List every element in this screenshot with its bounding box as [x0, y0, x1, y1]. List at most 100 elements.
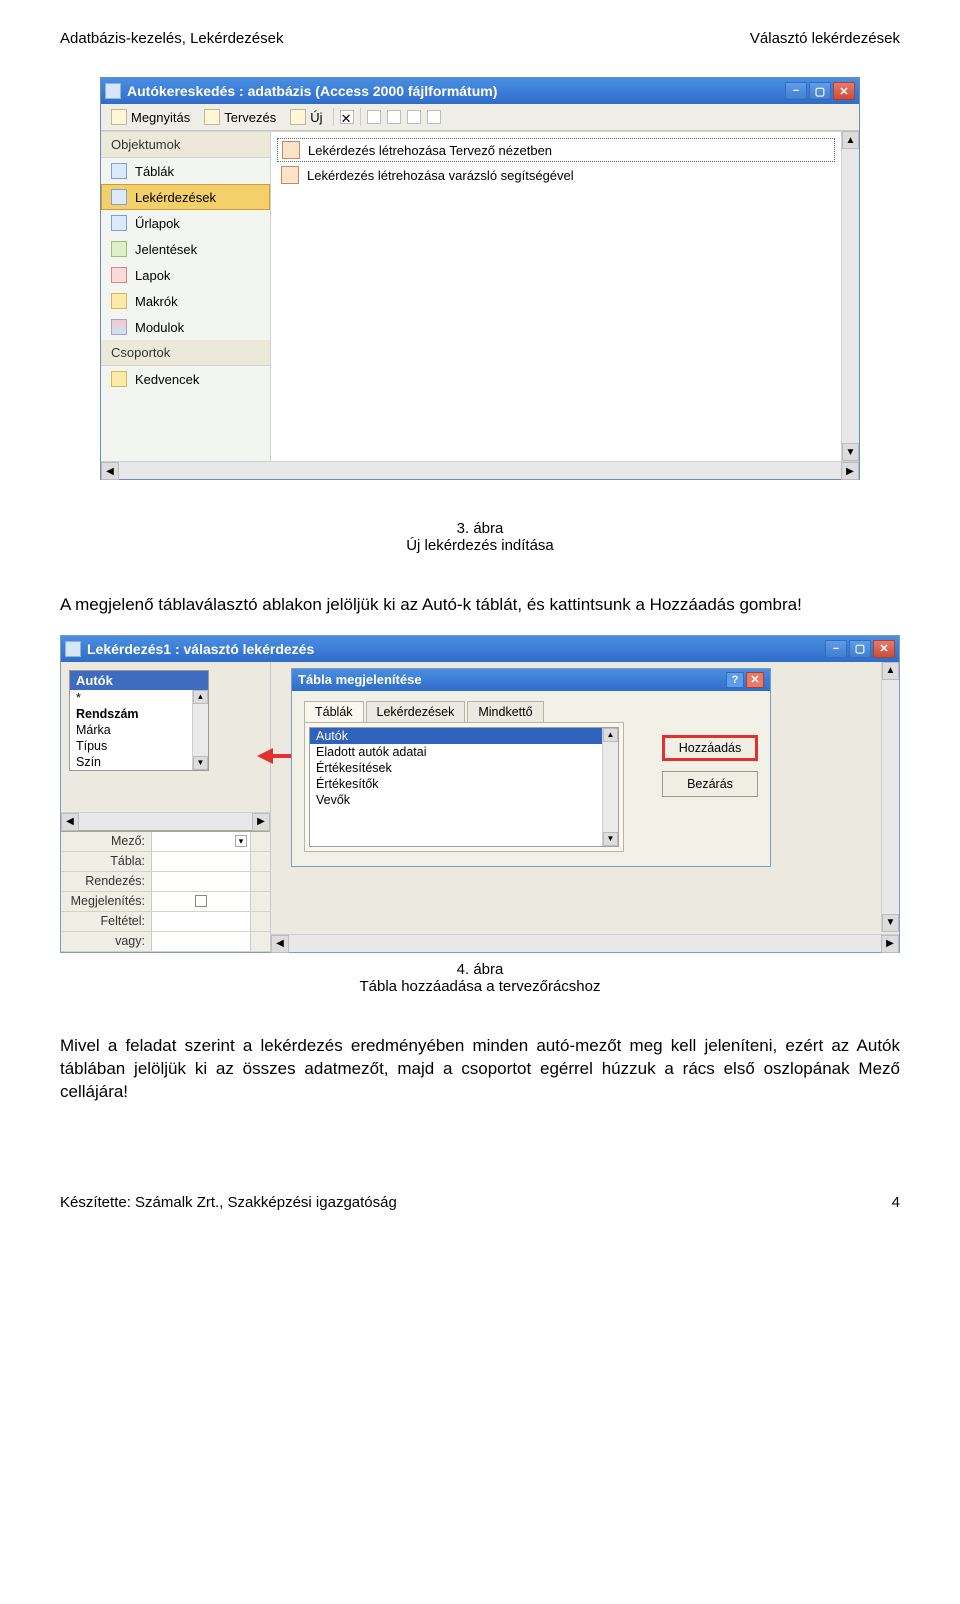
favorites-icon: [111, 371, 127, 387]
listbox-item-autok[interactable]: Autók: [310, 728, 602, 744]
sidebar-item-label: Makrók: [135, 294, 178, 309]
titlebar: Lekérdezés1 : választó lekérdezés − ▢ ✕: [61, 636, 899, 662]
listbox-item-ertekesitok[interactable]: Értékesítők: [310, 776, 602, 792]
dropdown-icon[interactable]: ▾: [235, 835, 247, 847]
add-button[interactable]: Hozzáadás: [662, 735, 758, 761]
table-fieldbox[interactable]: Autók * Rendszám Márka Típus Szín ▲: [69, 670, 209, 771]
titlebar: Autókereskedés : adatbázis (Access 2000 …: [101, 78, 859, 104]
toolbar-design-label: Tervezés: [224, 110, 276, 125]
new-icon: [290, 109, 306, 125]
module-icon: [111, 319, 127, 335]
minimize-button[interactable]: −: [785, 82, 807, 100]
sidebar-item-label: Kedvencek: [135, 372, 199, 387]
toolbar-design[interactable]: Tervezés: [200, 107, 280, 127]
figure-title: Tábla hozzáadása a tervezőrácshoz: [360, 978, 601, 995]
scroll-up-button[interactable]: ▲: [882, 662, 899, 680]
macro-icon: [111, 293, 127, 309]
fieldbox-scrollbar[interactable]: ▲ ▼: [192, 690, 208, 770]
listbox-item-eladott[interactable]: Eladott autók adatai: [310, 744, 602, 760]
scroll-up-button[interactable]: ▲: [842, 131, 859, 149]
listbox-item-ertekesitesek[interactable]: Értékesítések: [310, 760, 602, 776]
scroll-down-button[interactable]: ▼: [842, 443, 859, 461]
tab-queries[interactable]: Lekérdezések: [366, 701, 466, 722]
figure-number: 3. ábra: [60, 520, 900, 537]
table-listbox[interactable]: Autók Eladott autók adatai Értékesítések…: [309, 727, 619, 847]
toolbar-separator: [333, 108, 334, 126]
sidebar-item-label: Táblák: [135, 164, 174, 179]
sidebar-item-modules[interactable]: Modulok: [101, 314, 270, 340]
db-toolbar: Megnyitás Tervezés Új ✕: [101, 104, 859, 131]
right-hscroll[interactable]: ◀ ▶: [271, 934, 899, 952]
scroll-up-button[interactable]: ▲: [193, 690, 208, 704]
scroll-left-button[interactable]: ◀: [101, 462, 119, 480]
paragraph-1: A megjelenő táblaválasztó ablakon jelölj…: [60, 594, 900, 617]
close-button[interactable]: ✕: [873, 640, 895, 658]
field-star[interactable]: *: [70, 690, 192, 706]
listbox-item-vevok[interactable]: Vevők: [310, 792, 602, 808]
grid-cell-sort[interactable]: [151, 872, 251, 891]
dialog-titlebar: Tábla megjelenítése ? ✕: [292, 669, 770, 691]
form-icon: [111, 215, 127, 231]
close-button[interactable]: ✕: [833, 82, 855, 100]
grid-label-table: Tábla:: [61, 854, 151, 868]
field-marka[interactable]: Márka: [70, 722, 192, 738]
sidebar-item-reports[interactable]: Jelentések: [101, 236, 270, 262]
view-large-icon[interactable]: [367, 110, 381, 124]
query-designer-window: Lekérdezés1 : választó lekérdezés − ▢ ✕ …: [60, 635, 900, 953]
delete-icon[interactable]: ✕: [340, 110, 354, 124]
field-tipus[interactable]: Típus: [70, 738, 192, 754]
grid-cell-field[interactable]: ▾: [151, 832, 251, 851]
sidebar-item-favorites[interactable]: Kedvencek: [101, 366, 270, 392]
checkbox[interactable]: [195, 895, 207, 907]
maximize-button[interactable]: ▢: [849, 640, 871, 658]
tab-both[interactable]: Mindkettő: [467, 701, 543, 722]
list-item-create-design[interactable]: Lekérdezés létrehozása Tervező nézetben: [277, 138, 835, 162]
horizontal-scrollbar[interactable]: ◀ ▶: [101, 461, 859, 479]
field-rendszam[interactable]: Rendszám: [70, 706, 192, 722]
object-list-pane: Lekérdezés létrehozása Tervező nézetben …: [271, 132, 841, 461]
sidebar-item-pages[interactable]: Lapok: [101, 262, 270, 288]
scroll-right-button[interactable]: ▶: [881, 935, 899, 953]
sidebar-item-tables[interactable]: Táblák: [101, 158, 270, 184]
scroll-right-button[interactable]: ▶: [841, 462, 859, 480]
view-small-icon[interactable]: [387, 110, 401, 124]
upper-pane-hscroll[interactable]: ◀ ▶: [61, 812, 270, 830]
sidebar-item-label: Modulok: [135, 320, 184, 335]
minimize-button[interactable]: −: [825, 640, 847, 658]
sidebar-item-forms[interactable]: Űrlapok: [101, 210, 270, 236]
sidebar-item-macros[interactable]: Makrók: [101, 288, 270, 314]
list-item-label: Lekérdezés létrehozása Tervező nézetben: [308, 143, 552, 158]
scroll-left-button[interactable]: ◀: [61, 813, 79, 831]
close-dialog-button[interactable]: Bezárás: [662, 771, 758, 797]
field-szin[interactable]: Szín: [70, 754, 192, 770]
tab-tables[interactable]: Táblák: [304, 701, 364, 722]
fieldbox-title: Autók: [70, 671, 208, 690]
sidebar-item-queries[interactable]: Lekérdezések: [101, 184, 270, 210]
help-button[interactable]: ?: [726, 672, 744, 688]
view-details-icon[interactable]: [427, 110, 441, 124]
scroll-left-button[interactable]: ◀: [271, 935, 289, 953]
toolbar-new[interactable]: Új: [286, 107, 326, 127]
toolbar-open[interactable]: Megnyitás: [107, 107, 194, 127]
right-vscroll[interactable]: ▲ ▼: [881, 662, 899, 932]
show-table-dialog: Tábla megjelenítése ? ✕ Táblák Lekérdezé…: [291, 668, 771, 867]
create-wizard-icon: [281, 166, 299, 184]
view-list-icon[interactable]: [407, 110, 421, 124]
grid-cell-show[interactable]: [151, 892, 251, 911]
listbox-scrollbar[interactable]: ▲ ▼: [602, 728, 618, 846]
sidebar-group-groups: Csoportok: [101, 340, 270, 366]
scroll-down-button[interactable]: ▼: [603, 832, 618, 846]
grid-cell-table[interactable]: [151, 852, 251, 871]
scroll-right-button[interactable]: ▶: [252, 813, 270, 831]
grid-cell-criteria[interactable]: [151, 912, 251, 931]
scroll-down-button[interactable]: ▼: [882, 914, 899, 932]
maximize-button[interactable]: ▢: [809, 82, 831, 100]
dialog-close-button[interactable]: ✕: [746, 672, 764, 688]
scroll-up-button[interactable]: ▲: [603, 728, 618, 742]
list-item-label: Lekérdezés létrehozása varázsló segítség…: [307, 168, 574, 183]
vertical-scrollbar[interactable]: ▲ ▼: [841, 131, 859, 461]
create-design-icon: [282, 141, 300, 159]
scroll-down-button[interactable]: ▼: [193, 756, 208, 770]
grid-cell-or[interactable]: [151, 932, 251, 951]
list-item-create-wizard[interactable]: Lekérdezés létrehozása varázsló segítség…: [277, 164, 835, 186]
